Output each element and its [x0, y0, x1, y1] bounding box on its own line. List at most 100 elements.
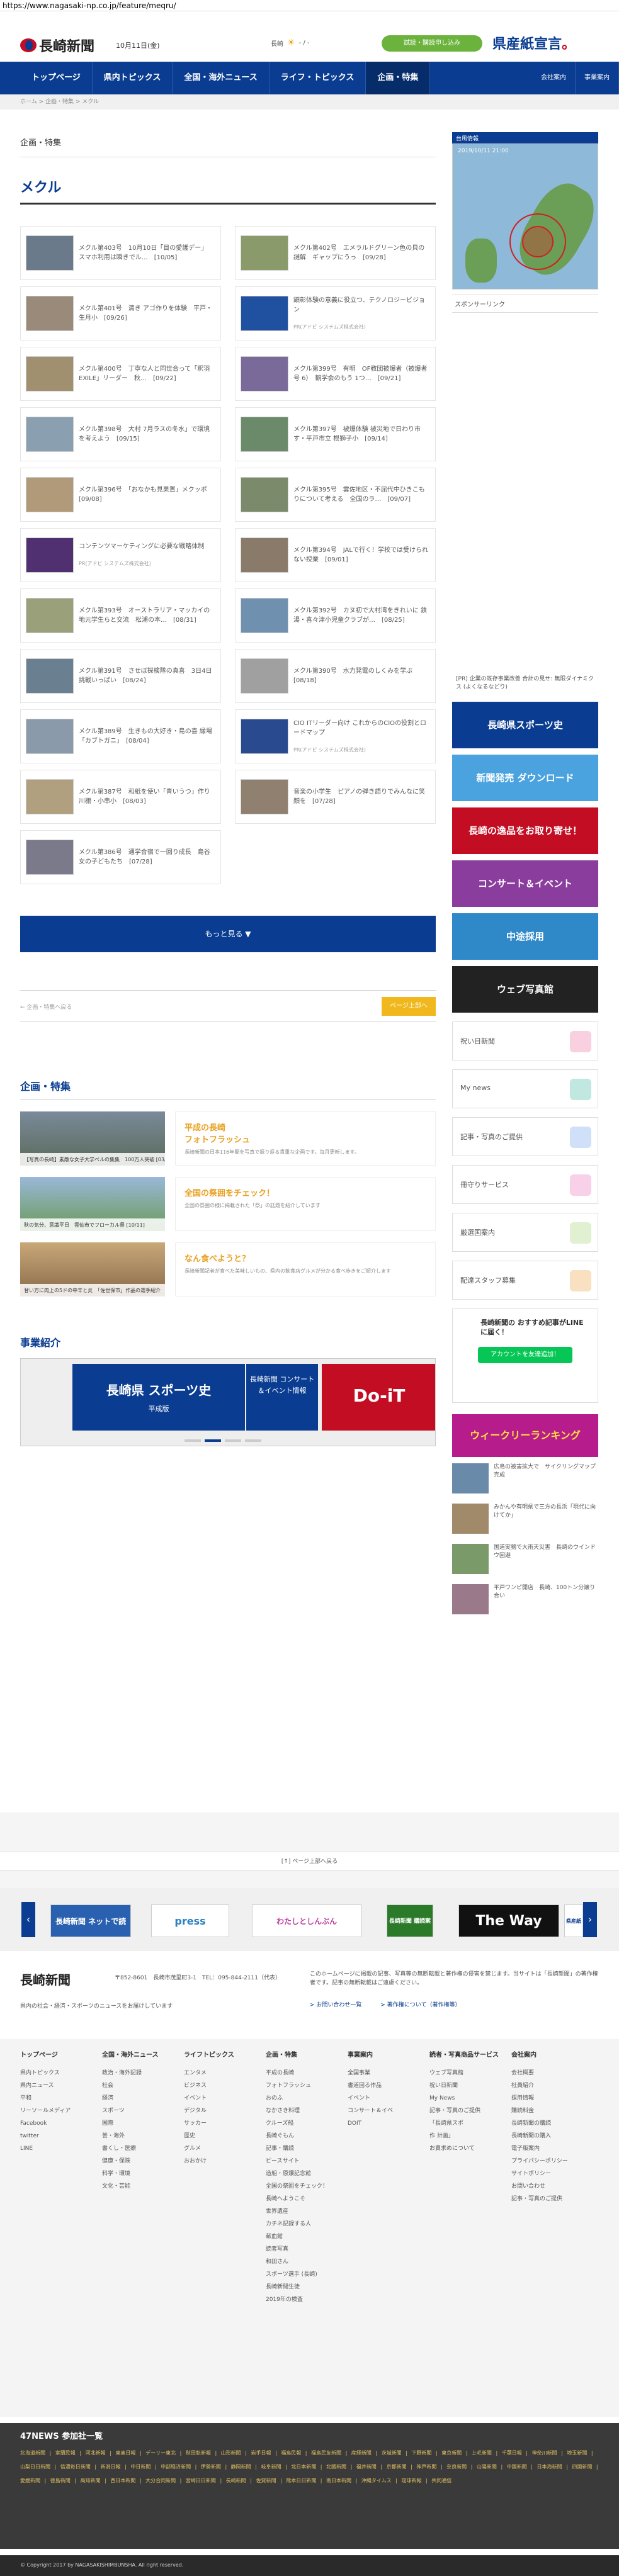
side-banner[interactable]: コンサート＆イベント	[452, 860, 598, 907]
ranking-title[interactable]: 平戸ワンピ開店 長崎、100トン分譲り合い	[494, 1584, 598, 1618]
sitemap-link[interactable]: 電子版案内	[511, 2142, 581, 2155]
article-title[interactable]: CIO ITリーダー向け これからのCIOの役割とロードマップ	[293, 719, 430, 738]
article-card[interactable]: 音楽の小学生 ピアノの弾き語りでみんなに笑顔を [07/28]	[235, 770, 436, 824]
business-slider[interactable]: 長崎県 スポーツ史 平成版 長崎新聞 コンサート ＆イベント情報 Do-iT	[20, 1358, 436, 1446]
sitemap-link[interactable]: LINE	[20, 2142, 89, 2155]
sitemap-link[interactable]: 文化・芸能	[102, 2180, 171, 2193]
sitemap-link[interactable]: 読者写真	[266, 2243, 335, 2256]
article-title[interactable]: メクル第391号 させぼ探検隊の真喜 3日4日 挑戦いっぱい [08/24]	[79, 666, 215, 685]
sitemap-link[interactable]: お買求めについて	[429, 2142, 499, 2155]
sitemap-link[interactable]: 長崎へようこそ	[266, 2193, 335, 2205]
sitemap-link[interactable]: 経済	[102, 2092, 171, 2105]
more-button[interactable]: もっと見る ▼	[20, 916, 436, 952]
copyright-link[interactable]: > 著作権について（著作権等）	[380, 2000, 460, 2008]
sitemap-link[interactable]: お問い合わせ	[511, 2180, 581, 2193]
article-thumbnail[interactable]	[26, 356, 74, 391]
sitemap-link[interactable]: 書くし・医療	[102, 2142, 171, 2155]
article-title[interactable]: メクル第390号 水力発電のしくみを学ぶ [08/18]	[293, 666, 430, 685]
sitemap-link[interactable]: エンタメ	[184, 2067, 253, 2079]
carousel-next-icon[interactable]: ›	[583, 1902, 597, 1937]
article-thumbnail[interactable]	[26, 537, 74, 573]
sitemap-link[interactable]: イベント	[348, 2092, 417, 2105]
feature-item[interactable]: 甘い方に肉上の5ドの中辛と炎 「佐世保市」作品の選手紹介 壱岐市大会 in 五島…	[20, 1242, 436, 1296]
sitemap-link[interactable]: 会社概要	[511, 2067, 581, 2079]
sitemap-link[interactable]: 科学・環境	[102, 2168, 171, 2180]
article-thumbnail[interactable]	[241, 658, 288, 694]
sitemap-link[interactable]: リーソールメディア	[20, 2105, 89, 2117]
article-card[interactable]: メクル第397号 被爆体験 被災地で日わり市す・平戸市立 根獅子小 [09/14…	[235, 407, 436, 461]
carousel-banner[interactable]: 長崎新聞 購読案内	[387, 1904, 433, 1957]
sitemap-link[interactable]: 全国の祭囲をチェック！	[266, 2180, 335, 2193]
sitemap-link[interactable]: 長崎新聞の購入	[511, 2130, 581, 2142]
feature-item[interactable]: 【写真の長崎】素敵な女子大学ペルの集集 100万人突破 [03/17] 平成の長…	[20, 1111, 436, 1166]
side-banner[interactable]: ウェブ写真館	[452, 966, 598, 1013]
sitemap-link[interactable]: 長崎ぐもん	[266, 2130, 335, 2142]
sitemap-link[interactable]: 記事・写真のご提供	[511, 2193, 581, 2205]
sitemap-link[interactable]: ピースサイト	[266, 2155, 335, 2168]
ranking-thumbnail[interactable]	[452, 1544, 489, 1574]
sitemap-link[interactable]: 世界遺産	[266, 2205, 335, 2218]
article-card[interactable]: メクル第391号 させぼ探検隊の真喜 3日4日 挑戦いっぱい [08/24]	[20, 649, 221, 703]
article-thumbnail[interactable]	[241, 598, 288, 633]
article-title[interactable]: メクル第395号 雲佐地区・不屈代中ひきこもりについて考える 全国のラ… [09…	[293, 485, 430, 504]
carousel-banner[interactable]: press	[151, 1904, 229, 1937]
article-thumbnail[interactable]	[241, 537, 288, 573]
ranking-item[interactable]: 国道実務で大雨天災害 長崎のウインドウ回避	[452, 1544, 598, 1578]
article-card[interactable]: メクル第399号 有明 OF教団被爆者（被爆者号 6） 観学会のもう 1つ… […	[235, 347, 436, 401]
sitemap-link[interactable]: プライバシーポリシー	[511, 2155, 581, 2168]
article-thumbnail[interactable]	[26, 477, 74, 512]
article-card[interactable]: メクル第386号 通学合宿で一回り成長 島谷女の子どもたち [07/28]	[20, 830, 221, 884]
article-card[interactable]: メクル第390号 水力発電のしくみを学ぶ [08/18]	[235, 649, 436, 703]
biz-concert[interactable]: 長崎新聞 コンサート ＆イベント情報	[246, 1364, 318, 1431]
sitemap-link[interactable]: 造船・原爆記念館	[266, 2168, 335, 2180]
ranking-item[interactable]: 広島の被害拡大で サイクリングマップ完成	[452, 1463, 598, 1497]
side-tile[interactable]: 冊守りサービス	[452, 1165, 598, 1204]
nav-local[interactable]: 県内トピックス	[93, 62, 173, 94]
sitemap-link[interactable]: サイトポリシー	[511, 2168, 581, 2180]
weekly-ranking[interactable]: ウィークリーランキング	[452, 1414, 598, 1457]
feature-image[interactable]: 甘い方に肉上の5ドの中辛と炎 「佐世保市」作品の選手紹介 壱岐市大会 in 五島…	[20, 1242, 165, 1296]
sitemap-link[interactable]: 作 計画」	[429, 2130, 499, 2142]
ranking-item[interactable]: みかんや有明県で三方の長浜「現代に向けてか」	[452, 1504, 598, 1538]
article-thumbnail[interactable]	[26, 840, 74, 875]
sitemap-head[interactable]: 企画・特集	[266, 2049, 335, 2062]
side-tile[interactable]: 厳選国案内	[452, 1213, 598, 1252]
page-top-button[interactable]: ページ上部へ	[382, 997, 436, 1016]
article-thumbnail[interactable]	[26, 417, 74, 452]
article-title[interactable]: メクル第397号 被爆体験 被災地で日わり市す・平戸市立 根獅子小 [09/14…	[293, 425, 430, 444]
sitemap-link[interactable]: 国際	[102, 2117, 171, 2130]
article-title[interactable]: メクル第389号 生きもの大好き・島の喜 縁場「カブトガニ」 [08/04]	[79, 727, 215, 746]
article-title[interactable]: メクル第401号 清き アゴ作りを体験 平戸・生月小 [09/26]	[79, 304, 215, 323]
article-title[interactable]: メクル第398号 大村 7月ラスの冬水」で環境を考えよう [09/15]	[79, 425, 215, 444]
sitemap-link[interactable]: 記事・写真のご提供	[429, 2105, 499, 2117]
ranking-title[interactable]: みかんや有明県で三方の長浜「現代に向けてか」	[494, 1504, 598, 1538]
article-title[interactable]: メクル第393号 オーストラリア・マッカイの地元学生らと交流 松浦の本… [08…	[79, 606, 215, 625]
article-thumbnail[interactable]	[26, 235, 74, 271]
sitemap-link[interactable]: 政治・海外記録	[102, 2067, 171, 2079]
sitemap-head[interactable]: 事業案内	[348, 2049, 417, 2062]
go-top-link[interactable]: [↑] ページ上部へ戻る	[0, 1852, 619, 1870]
sitemap-link[interactable]: 和田さん	[266, 2256, 335, 2268]
kenban-banner[interactable]: 県産紙宣言。	[492, 33, 576, 53]
side-banner[interactable]: 長崎の逸品をお取り寄せ！	[452, 807, 598, 854]
sitemap-link[interactable]: デジタル	[184, 2105, 253, 2117]
ranking-thumbnail[interactable]	[452, 1463, 489, 1493]
article-card[interactable]: メクル第395号 雲佐地区・不屈代中ひきこもりについて考える 全国のラ… [09…	[235, 468, 436, 522]
sitemap-link[interactable]: 書道回る作品	[348, 2079, 417, 2092]
sitemap-link[interactable]: 祝い日新聞	[429, 2079, 499, 2092]
sitemap-link[interactable]: 記事・購読	[266, 2142, 335, 2155]
slider-dot[interactable]	[205, 1439, 221, 1442]
article-title[interactable]: コンテンツマーケティングに必要な戦略体制	[79, 542, 215, 551]
nav-top[interactable]: トップページ	[20, 62, 93, 94]
article-title[interactable]: メクル第400号 丁寧な人と同世合って「釈羽EXILE」リーダー 秋… [09/…	[79, 364, 215, 383]
sitemap-link[interactable]: クルーズ船	[266, 2117, 335, 2130]
sitemap-link[interactable]: 全国事業	[348, 2067, 417, 2079]
sitemap-link[interactable]: ビジネス	[184, 2079, 253, 2092]
sitemap-link[interactable]: イベント	[184, 2092, 253, 2105]
sitemap-link[interactable]: twitter	[20, 2130, 89, 2142]
back-link[interactable]: ← 企画・特集へ戻る	[20, 1003, 72, 1011]
side-tile[interactable]: 祝い日新聞	[452, 1021, 598, 1060]
nav-business[interactable]: 事業案内	[576, 62, 619, 94]
article-thumbnail[interactable]	[26, 719, 74, 754]
article-card[interactable]: CIO ITリーダー向け これからのCIOの役割とロードマップ PR(アドビ シス…	[235, 709, 436, 763]
